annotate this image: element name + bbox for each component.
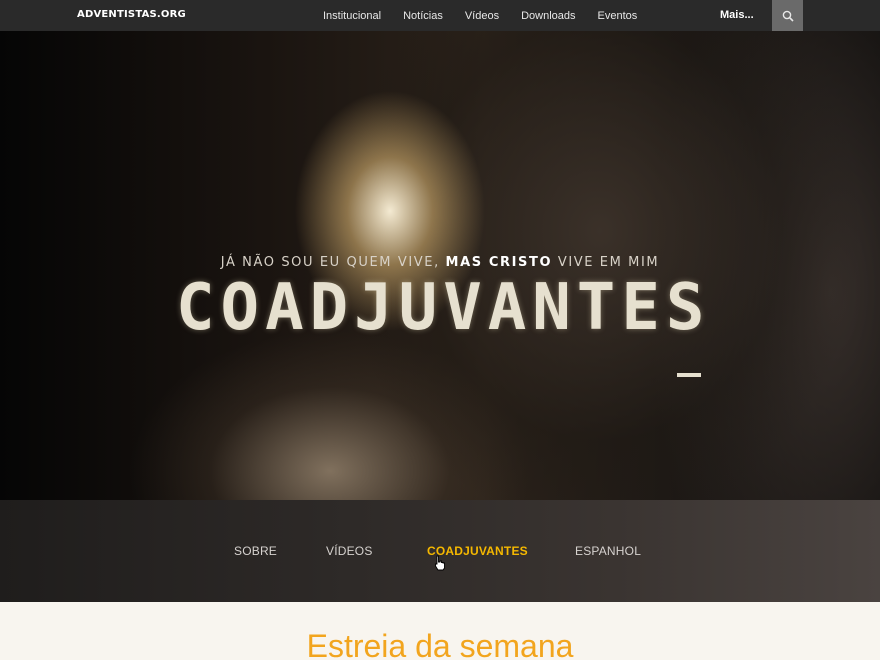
subnav-espanhol[interactable]: ESPANHOL [575, 544, 641, 558]
more-menu-button[interactable]: Mais... [720, 9, 754, 21]
top-navigation-bar: ADVENTISTAS.ORG Institucional Notícias V… [0, 0, 880, 31]
nav-noticias[interactable]: Notícias [403, 10, 443, 22]
main-nav: Institucional Notícias Vídeos Downloads … [312, 0, 648, 31]
tagline-part-1: JÁ NÃO SOU EU QUEM VIVE, [220, 255, 440, 270]
search-icon [782, 10, 794, 22]
search-button[interactable] [772, 0, 803, 31]
section-subnav: SOBRE VÍDEOS COADJUVANTES ESPANHOL [0, 500, 880, 602]
nav-downloads[interactable]: Downloads [521, 10, 575, 22]
section-title: Estreia da semana [306, 628, 574, 660]
tagline-part-2: VIVE EM MIM [557, 255, 660, 270]
nav-eventos[interactable]: Eventos [598, 10, 638, 22]
hero-tagline: JÁ NÃO SOU EU QUEM VIVE, MAS CRISTO VIVE… [0, 255, 880, 270]
site-logo[interactable]: ADVENTISTAS.ORG [77, 9, 186, 20]
hand-cursor-icon [435, 555, 445, 571]
hero-banner: JÁ NÃO SOU EU QUEM VIVE, MAS CRISTO VIVE… [0, 31, 880, 500]
subnav-sobre[interactable]: SOBRE [234, 544, 277, 558]
nav-institucional[interactable]: Institucional [323, 10, 381, 22]
subnav-videos[interactable]: VÍDEOS [326, 544, 373, 558]
title-underscore-cursor [677, 373, 701, 377]
nav-videos[interactable]: Vídeos [465, 10, 499, 22]
weekly-premiere-section: Estreia da semana [0, 602, 880, 660]
hero-title: COADJUVANTES [176, 271, 711, 345]
tagline-bold: MAS CRISTO [445, 255, 553, 270]
